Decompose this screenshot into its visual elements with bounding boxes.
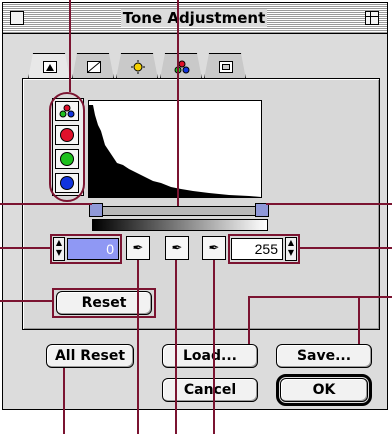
eyedropper-icon: ✒: [208, 240, 220, 256]
ok-button[interactable]: OK: [276, 374, 372, 406]
white-point-thumb[interactable]: [255, 203, 269, 217]
callout-line: [69, 0, 71, 92]
square-curve-icon: [86, 60, 102, 74]
eyedropper-icon: ✒: [171, 240, 183, 256]
callout-line: [0, 300, 52, 302]
callout-line: [0, 247, 50, 249]
zoom-box-icon[interactable]: [365, 11, 379, 25]
tab-levels[interactable]: [72, 53, 114, 79]
histogram-graph: [89, 105, 261, 197]
title-bar[interactable]: Tone Adjustment: [3, 3, 387, 34]
min-value-field[interactable]: 0: [67, 238, 119, 260]
callout-line: [248, 296, 392, 298]
callout-line: [358, 296, 360, 344]
input-range-slider[interactable]: [89, 203, 269, 217]
black-point-thumb[interactable]: [89, 203, 103, 217]
window-title: Tone Adjustment: [122, 9, 266, 27]
tab-brightness[interactable]: [116, 53, 158, 79]
tab-color-balance[interactable]: [160, 53, 202, 79]
callout-line: [248, 296, 250, 344]
max-value-stepper[interactable]: ▲ ▼: [285, 237, 297, 261]
callout-line: [213, 260, 215, 434]
triangle-icon: [42, 60, 58, 74]
min-value-stepper[interactable]: ▲ ▼: [53, 237, 65, 261]
eyedropper-icon: ✒: [132, 240, 144, 256]
max-value-field[interactable]: 255: [231, 238, 283, 260]
white-eyedropper-button[interactable]: ✒: [202, 236, 226, 260]
frame-icon: [218, 60, 234, 74]
callout-line: [0, 203, 92, 205]
gray-eyedropper-button[interactable]: ✒: [165, 236, 189, 260]
gradient-bar: [92, 219, 268, 231]
tab-preview[interactable]: [204, 53, 246, 79]
callout-line: [177, 0, 179, 206]
tab-tone-curve[interactable]: [28, 53, 70, 79]
close-box-icon[interactable]: [10, 11, 24, 25]
channel-callout-oval: [49, 92, 85, 202]
all-reset-button[interactable]: All Reset: [46, 344, 134, 368]
save-button[interactable]: Save...: [276, 344, 372, 368]
sun-icon: [130, 60, 146, 74]
callout-line: [266, 203, 392, 205]
callout-line: [137, 260, 139, 434]
callout-line: [63, 368, 65, 434]
callout-line: [300, 247, 392, 249]
black-eyedropper-button[interactable]: ✒: [126, 236, 150, 260]
histogram: [88, 100, 262, 198]
callout-line: [175, 260, 177, 434]
